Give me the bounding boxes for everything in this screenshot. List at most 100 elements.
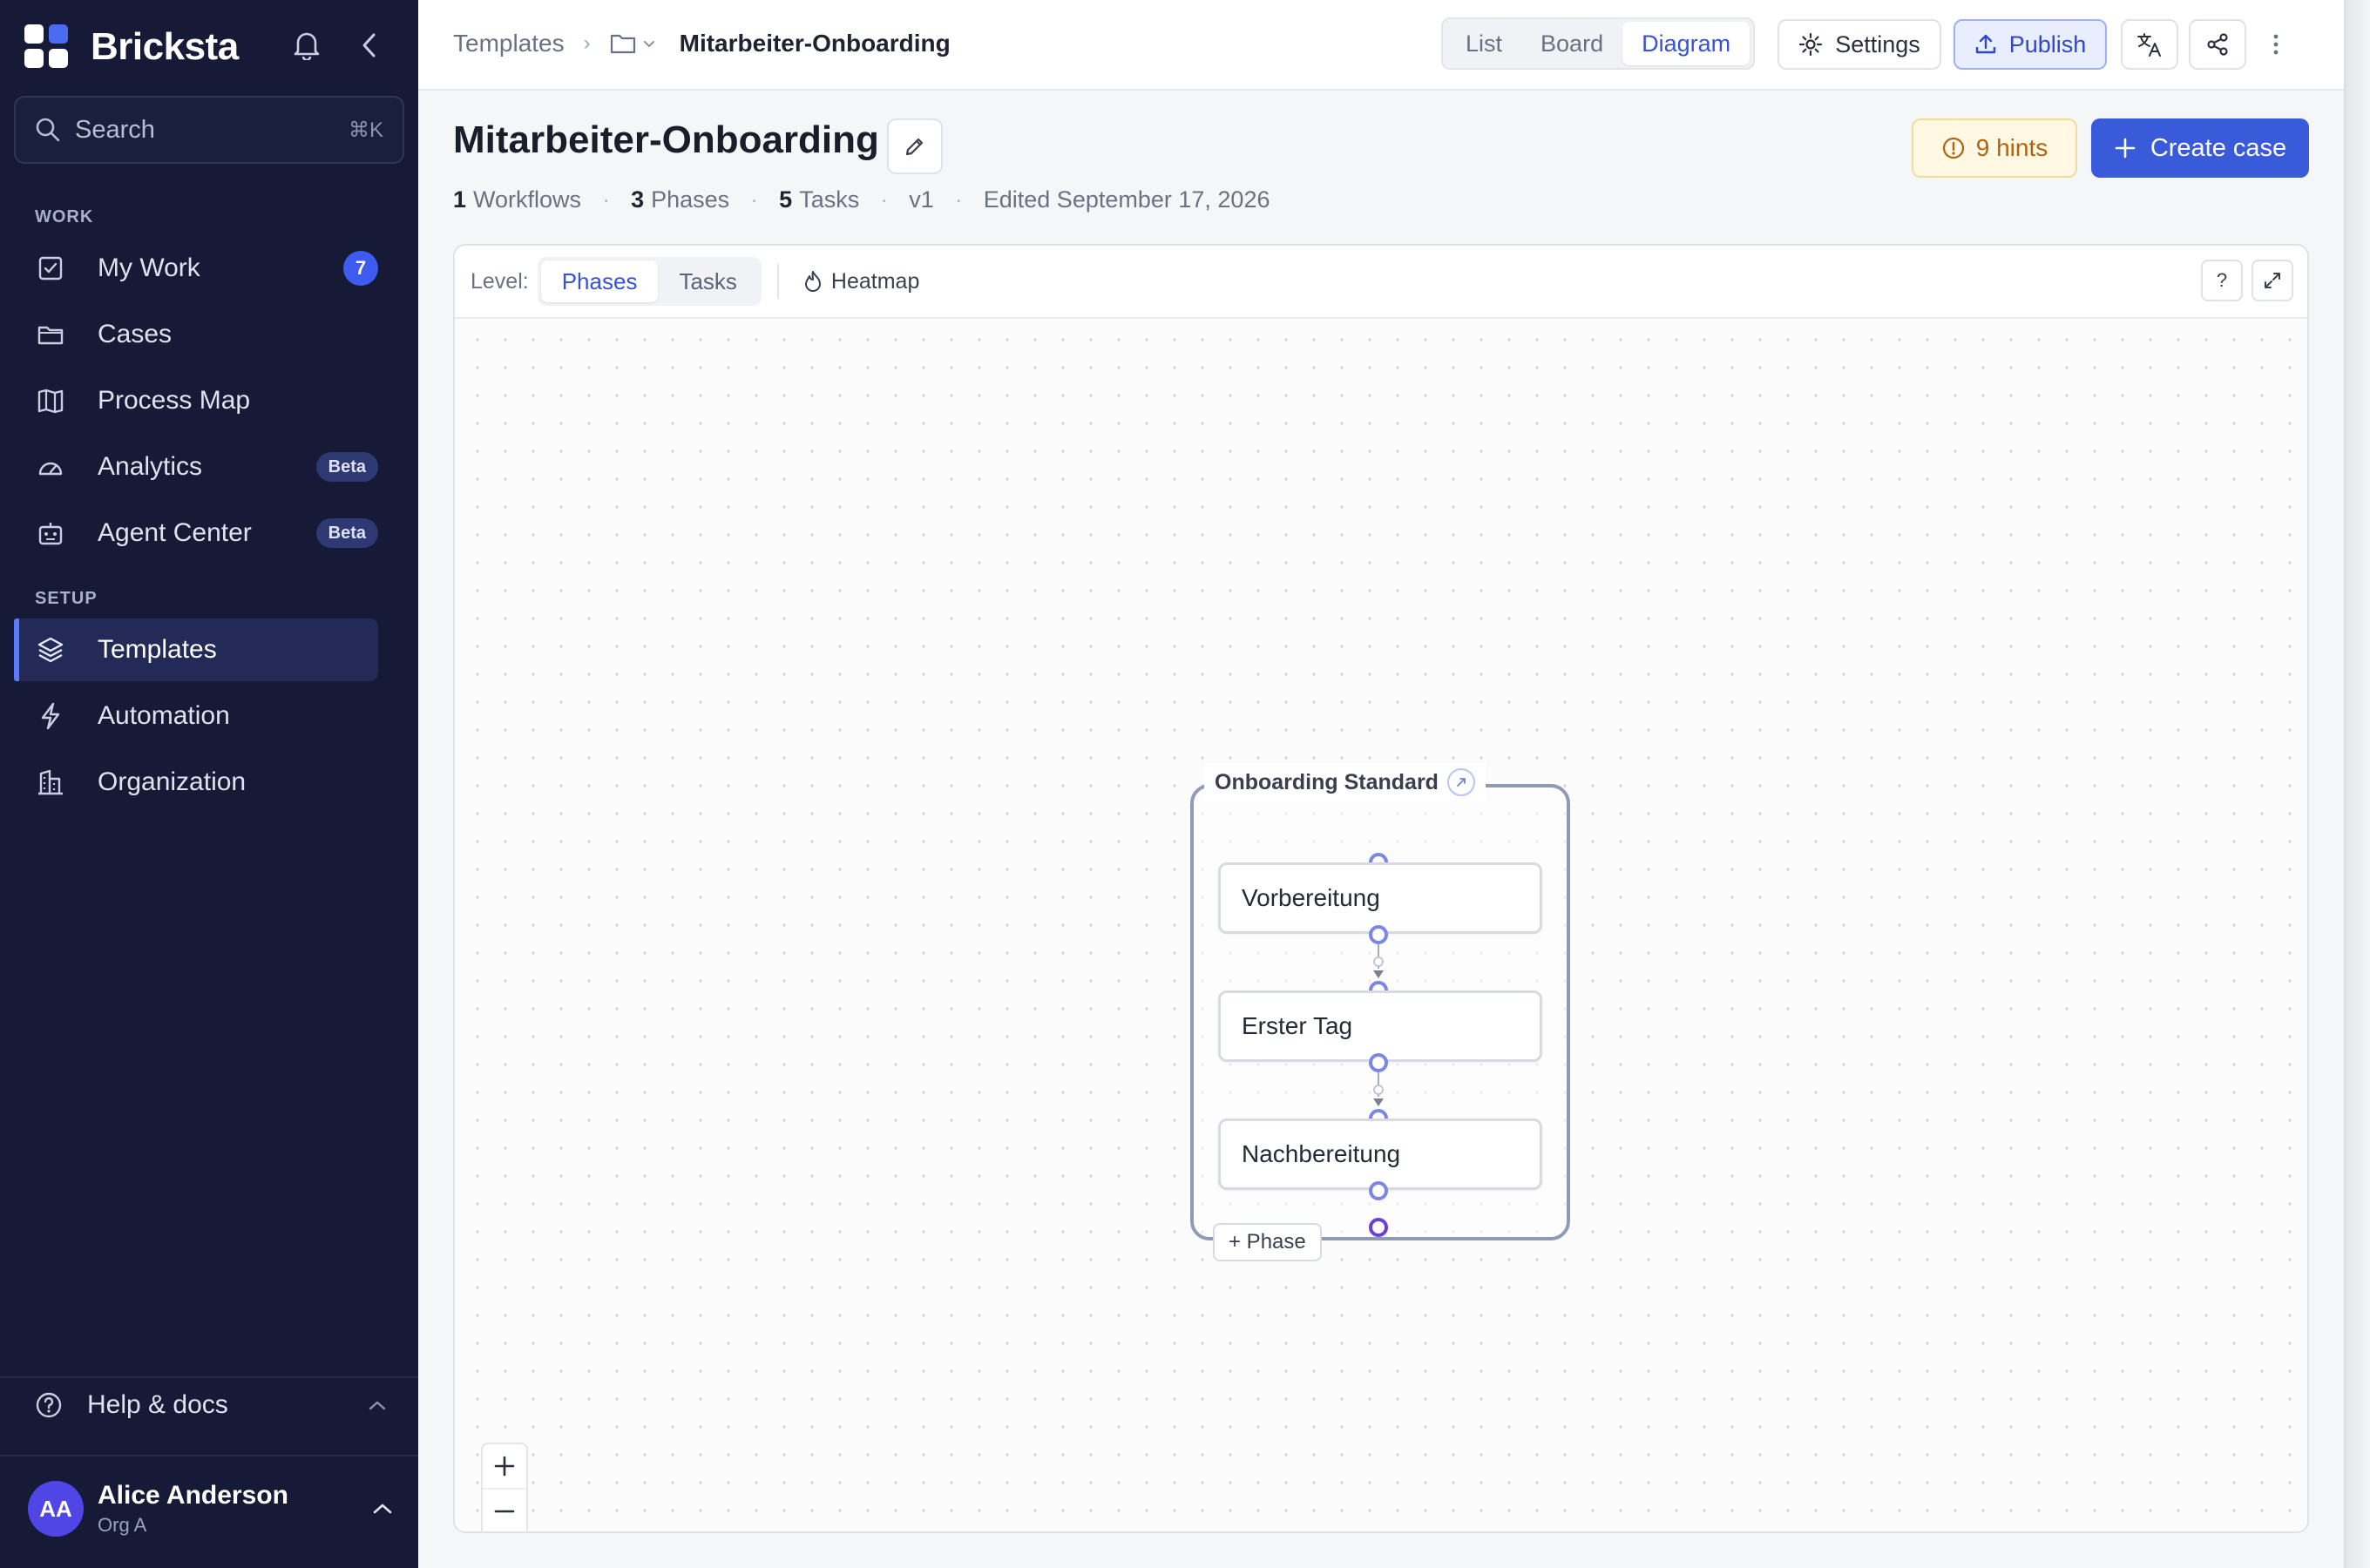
bolt-icon [35, 700, 66, 732]
phase-node[interactable]: Vorbereitung [1218, 862, 1542, 934]
help-circle-icon [36, 1392, 62, 1418]
tasks-count: 5 [779, 186, 793, 213]
edit-title-button[interactable] [887, 118, 943, 174]
connector-arrow [1373, 1098, 1384, 1106]
sidebar-item-label: Analytics [98, 452, 203, 481]
heatmap-toggle[interactable]: Heatmap [803, 269, 919, 294]
connector-arrow [1373, 970, 1384, 978]
top-bar: Templates › Mitarbeiter-Onboarding List … [418, 0, 2344, 91]
phase-label: Erster Tag [1242, 1012, 1353, 1039]
user-info: Alice Anderson Org A [98, 1481, 371, 1537]
expand-icon[interactable] [2252, 260, 2293, 301]
avatar: AA [28, 1481, 84, 1537]
share-button[interactable] [2189, 19, 2246, 70]
connector-handle[interactable] [1373, 956, 1384, 967]
user-menu[interactable]: AA Alice Anderson Org A [28, 1481, 394, 1537]
publish-label: Publish [2008, 30, 2087, 57]
workflows-label: Workflows [473, 186, 582, 213]
sidebar-item-label: Cases [98, 320, 173, 348]
phase-node[interactable]: Nachbereitung [1218, 1119, 1542, 1190]
settings-label: Settings [1835, 30, 1920, 57]
map-icon [35, 385, 66, 416]
sidebar-item-cases[interactable]: Cases [14, 303, 378, 366]
sidebar-item-label: Organization [98, 767, 247, 796]
hints-button[interactable]: 9 hints [1912, 118, 2077, 178]
tasks-label: Tasks [799, 186, 860, 213]
heatmap-label: Heatmap [830, 268, 920, 294]
sidebar-divider [0, 1376, 418, 1378]
edited-date: Edited September 17, 2026 [983, 186, 1270, 213]
phase-node[interactable]: Erster Tag [1218, 990, 1542, 1062]
app-name: Bricksta [91, 25, 239, 68]
add-phase-button[interactable]: + Phase [1213, 1223, 1322, 1261]
sidebar-item-label: Process Map [98, 386, 251, 415]
workflow-group[interactable]: Onboarding Standard Vorbereitung Erster … [1190, 763, 1570, 1261]
diagram-grid[interactable]: Onboarding Standard Vorbereitung Erster … [455, 321, 2307, 1531]
create-case-button[interactable]: Create case [2091, 118, 2309, 178]
alert-circle-icon [1942, 137, 1964, 159]
notifications-bell-icon[interactable] [289, 28, 324, 63]
publish-button[interactable]: Publish [1954, 19, 2107, 70]
user-org: Org A [98, 1514, 147, 1536]
window-edge [2344, 0, 2370, 1568]
robot-icon [35, 517, 66, 549]
view-switcher: List Board Diagram [1441, 17, 1756, 70]
sidebar-divider [0, 1455, 418, 1456]
upload-icon [1975, 34, 1995, 54]
sidebar-item-agent-center[interactable]: Agent Center Beta [14, 502, 378, 564]
level-tasks-tab[interactable]: Tasks [658, 260, 757, 302]
canvas-help-button[interactable]: ? [2201, 260, 2243, 301]
zoom-in-icon[interactable] [483, 1444, 526, 1490]
sidebar-item-label: Templates [98, 635, 217, 664]
folder-picker[interactable] [610, 32, 655, 55]
help-docs-item[interactable]: Help & docs [35, 1390, 387, 1420]
workflows-count: 1 [453, 186, 467, 213]
layers-icon [35, 634, 66, 666]
share-icon [2207, 33, 2228, 56]
search-input[interactable]: Search ⌘K [14, 96, 404, 164]
workflow-end-port[interactable] [1369, 1218, 1388, 1237]
sidebar-item-organization[interactable]: Organization [14, 751, 378, 814]
breadcrumb-templates[interactable]: Templates [453, 30, 565, 57]
hints-label: 9 hints [1975, 134, 2048, 161]
settings-button[interactable]: Settings [1778, 19, 1941, 70]
help-docs-label: Help & docs [87, 1390, 228, 1419]
collapse-sidebar-chevron-icon[interactable] [352, 28, 387, 63]
section-label-work: WORK [35, 207, 94, 226]
search-placeholder: Search [75, 115, 155, 144]
phase-output-port[interactable] [1369, 1053, 1388, 1072]
sidebar-item-templates[interactable]: Templates [14, 618, 378, 681]
translate-button[interactable] [2121, 19, 2178, 70]
view-diagram-tab[interactable]: Diagram [1622, 22, 1750, 65]
sidebar-item-analytics[interactable]: Analytics Beta [14, 436, 378, 498]
sidebar-item-process-map[interactable]: Process Map [14, 369, 378, 432]
more-options-icon[interactable] [2258, 19, 2293, 70]
open-workflow-icon[interactable] [1446, 768, 1475, 796]
folder-icon [610, 34, 635, 54]
sidebar-item-automation[interactable]: Automation [14, 685, 378, 747]
gear-icon [1799, 32, 1823, 57]
view-list-tab[interactable]: List [1446, 22, 1521, 65]
connector-handle[interactable] [1373, 1085, 1384, 1095]
level-phases-tab[interactable]: Phases [540, 260, 659, 302]
sidebar-item-label: Automation [98, 701, 230, 730]
sidebar-item-label: My Work [98, 253, 200, 282]
phase-label: Vorbereitung [1242, 884, 1380, 911]
workflow-title: Onboarding Standard [1215, 769, 1439, 794]
view-board-tab[interactable]: Board [1521, 22, 1622, 65]
phase-label: Nachbereitung [1242, 1140, 1401, 1167]
zoom-out-icon[interactable] [483, 1490, 526, 1531]
version-label: v1 [909, 186, 934, 213]
beta-badge: Beta [315, 518, 378, 548]
sidebar-item-my-work[interactable]: My Work 7 [14, 237, 378, 300]
chevron-down-icon [643, 41, 654, 48]
chevron-up-icon [373, 1504, 392, 1514]
section-label-setup: SETUP [35, 589, 98, 608]
brand[interactable]: Bricksta [24, 23, 239, 71]
phase-output-port[interactable] [1369, 1181, 1388, 1200]
workflow-title-tag[interactable]: Onboarding Standard [1204, 763, 1486, 801]
phases-count: 3 [631, 186, 645, 213]
phase-output-port[interactable] [1369, 925, 1388, 944]
search-shortcut: ⌘K [348, 118, 383, 142]
checkbox-icon [35, 253, 66, 284]
